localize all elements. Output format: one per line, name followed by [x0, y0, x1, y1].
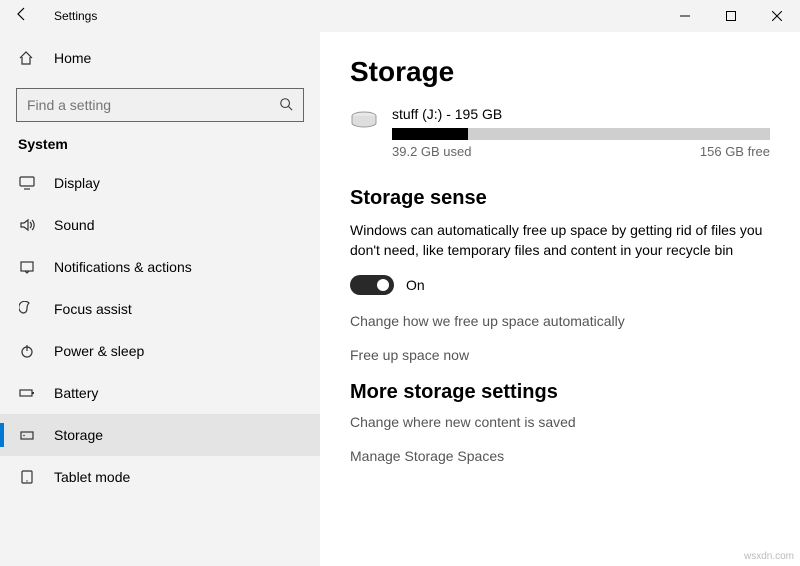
back-button[interactable]	[14, 6, 36, 27]
sound-icon	[18, 217, 36, 233]
close-button[interactable]	[754, 0, 800, 32]
search-input[interactable]	[27, 97, 279, 113]
focus-icon	[18, 301, 36, 317]
display-icon	[18, 175, 36, 191]
drive-title: stuff (J:) - 195 GB	[392, 106, 770, 122]
link-new-content-location[interactable]: Change where new content is saved	[350, 414, 770, 430]
drive-row[interactable]: stuff (J:) - 195 GB 39.2 GB used 156 GB …	[350, 106, 770, 159]
storage-sense-description: Windows can automatically free up space …	[350, 220, 770, 261]
sidebar-item-label: Battery	[54, 385, 98, 401]
home-icon	[18, 50, 36, 66]
tablet-icon	[18, 469, 36, 485]
storage-sense-toggle[interactable]	[350, 275, 394, 295]
sidebar-item-label: Power & sleep	[54, 343, 144, 359]
sidebar-item-display[interactable]: Display	[0, 162, 320, 204]
content-pane: Storage stuff (J:) - 195 GB 39.2 GB used…	[320, 32, 800, 566]
window-title: Settings	[54, 9, 97, 23]
sidebar-item-tablet[interactable]: Tablet mode	[0, 456, 320, 498]
drive-usage-bar	[392, 128, 770, 140]
sidebar-item-label: Sound	[54, 217, 94, 233]
link-configure-sense[interactable]: Change how we free up space automaticall…	[350, 313, 770, 329]
sidebar-item-notif[interactable]: Notifications & actions	[0, 246, 320, 288]
storage-sense-toggle-label: On	[406, 277, 425, 293]
sidebar-item-label: Tablet mode	[54, 469, 130, 485]
sidebar-home[interactable]: Home	[0, 38, 320, 78]
link-free-up-now[interactable]: Free up space now	[350, 347, 770, 363]
drive-icon	[350, 110, 378, 130]
sidebar-item-storage[interactable]: Storage	[0, 414, 320, 456]
search-icon	[279, 97, 293, 114]
sidebar-item-label: Storage	[54, 427, 103, 443]
sidebar-item-battery[interactable]: Battery	[0, 372, 320, 414]
drive-used-label: 39.2 GB used	[392, 144, 472, 159]
maximize-button[interactable]	[708, 0, 754, 32]
sidebar-item-label: Display	[54, 175, 100, 191]
sidebar-home-label: Home	[54, 50, 91, 66]
storage-sense-heading: Storage sense	[350, 187, 770, 210]
sidebar: Home System Display Sound Notifications & …	[0, 32, 320, 566]
sidebar-section-label: System	[0, 136, 320, 162]
sidebar-item-label: Focus assist	[54, 301, 132, 317]
watermark: wsxdn.com	[744, 551, 794, 562]
notif-icon	[18, 259, 36, 275]
sidebar-item-power[interactable]: Power & sleep	[0, 330, 320, 372]
minimize-button[interactable]	[662, 0, 708, 32]
sidebar-item-sound[interactable]: Sound	[0, 204, 320, 246]
titlebar: Settings	[0, 0, 800, 32]
search-box[interactable]	[16, 88, 304, 122]
battery-icon	[18, 385, 36, 401]
sidebar-item-focus[interactable]: Focus assist	[0, 288, 320, 330]
sidebar-item-label: Notifications & actions	[54, 259, 192, 275]
power-icon	[18, 343, 36, 359]
page-title: Storage	[350, 56, 770, 88]
more-storage-heading: More storage settings	[350, 381, 770, 404]
storage-icon	[18, 427, 36, 443]
drive-free-label: 156 GB free	[700, 144, 770, 159]
sidebar-nav: Display Sound Notifications & actions Focus…	[0, 162, 320, 566]
link-manage-storage-spaces[interactable]: Manage Storage Spaces	[350, 448, 770, 464]
